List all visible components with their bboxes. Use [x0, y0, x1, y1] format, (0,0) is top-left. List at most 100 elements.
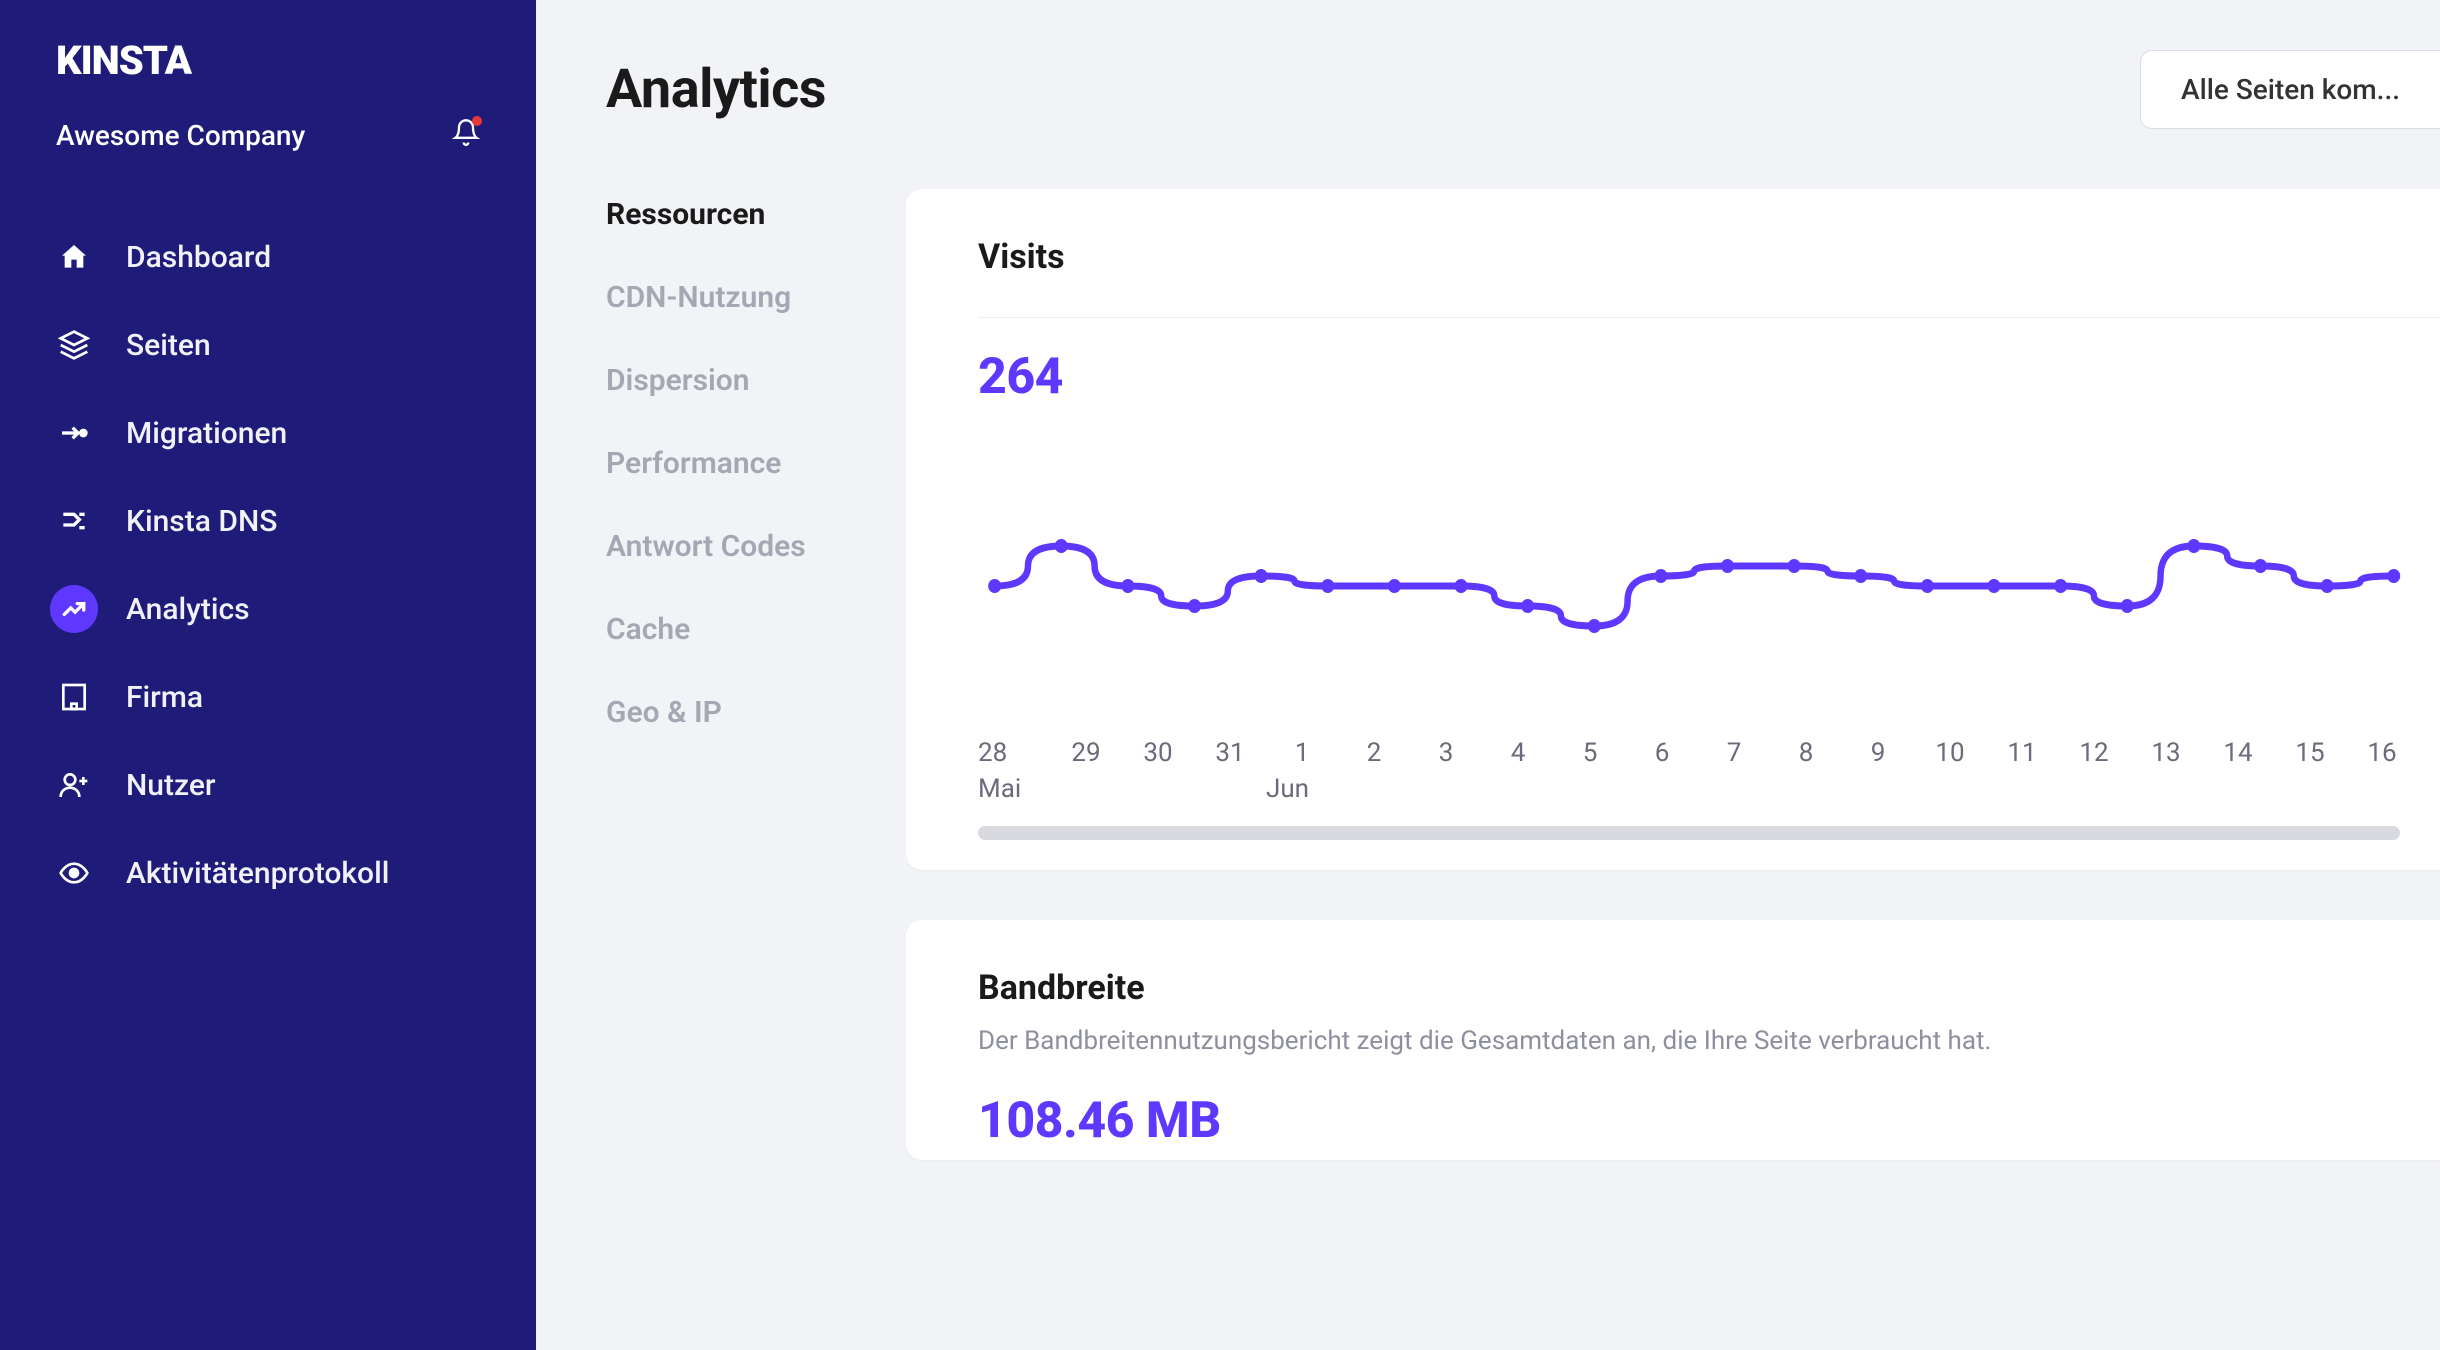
chart-point[interactable] — [2187, 539, 2200, 553]
subnav-item-cache[interactable]: Cache — [606, 588, 906, 671]
notification-dot-icon — [472, 116, 482, 126]
chart-scrollbar[interactable] — [978, 826, 2400, 840]
nav-label: Dashboard — [126, 240, 271, 275]
chart-point[interactable] — [1721, 559, 1734, 573]
xaxis-month-label — [1338, 774, 1410, 804]
org-name[interactable]: Awesome Company — [56, 119, 305, 152]
xaxis-tick: 8 — [1770, 738, 1842, 768]
xaxis-month-label — [1914, 774, 1986, 804]
xaxis-month-label — [1626, 774, 1698, 804]
xaxis-month-label — [1410, 774, 1482, 804]
subnav-item-ressourcen[interactable]: Ressourcen — [606, 197, 906, 256]
xaxis-tick: 1 — [1266, 738, 1338, 768]
xaxis-tick: 9 — [1842, 738, 1914, 768]
xaxis-tick: 7 — [1698, 738, 1770, 768]
xaxis-month-label — [1194, 774, 1266, 804]
nav-label: Aktivitätenprotokoll — [126, 856, 389, 891]
main-content: Analytics Alle Seiten kom... RessourcenC… — [536, 0, 2440, 1350]
xaxis-tick: 10 — [1914, 738, 1986, 768]
xaxis-tick: 3 — [1410, 738, 1482, 768]
xaxis-month-label — [1554, 774, 1626, 804]
layers-icon — [56, 327, 92, 363]
migrate-icon — [56, 415, 92, 451]
nav-label: Migrationen — [126, 416, 287, 451]
nav-label: Analytics — [126, 592, 250, 627]
subnav-item-antwort-codes[interactable]: Antwort Codes — [606, 505, 906, 588]
nav-label: Nutzer — [126, 768, 216, 803]
chart-point[interactable] — [1921, 579, 1934, 593]
nav-item-seiten[interactable]: Seiten — [0, 301, 536, 389]
nav-item-analytics[interactable]: Analytics — [0, 565, 536, 653]
chart-point[interactable] — [1188, 599, 1201, 613]
visits-value: 264 — [978, 348, 2440, 406]
xaxis-month-label — [2346, 774, 2418, 804]
visits-chart: 28293031123456789101112131415161718 MaiJ… — [978, 436, 2440, 804]
xaxis-tick: 17 — [2418, 738, 2440, 768]
nav-item-kinsta-dns[interactable]: Kinsta DNS — [0, 477, 536, 565]
xaxis-tick: 16 — [2346, 738, 2418, 768]
xaxis-tick: 12 — [2058, 738, 2130, 768]
chart-point[interactable] — [1654, 569, 1667, 583]
chart-point[interactable] — [1321, 579, 1334, 593]
bandwidth-value: 108.46 MB — [978, 1092, 2440, 1150]
chart-point[interactable] — [1455, 579, 1468, 593]
xaxis-month-label — [2058, 774, 2130, 804]
chart-point[interactable] — [2121, 599, 2134, 613]
xaxis-month-label — [1482, 774, 1554, 804]
chart-point[interactable] — [1121, 579, 1134, 593]
chart-point[interactable] — [2254, 559, 2267, 573]
chart-point[interactable] — [2387, 569, 2400, 583]
subnav-item-cdn-nutzung[interactable]: CDN-Nutzung — [606, 256, 906, 339]
nav-item-firma[interactable]: Firma — [0, 653, 536, 741]
xaxis-month-label: Mai — [978, 774, 1050, 804]
chart-point[interactable] — [1388, 579, 1401, 593]
xaxis-tick: 14 — [2202, 738, 2274, 768]
nav-label: Firma — [126, 680, 203, 715]
chart-point[interactable] — [2054, 579, 2067, 593]
nav-item-migrationen[interactable]: Migrationen — [0, 389, 536, 477]
dns-icon — [56, 503, 92, 539]
subnav-item-dispersion[interactable]: Dispersion — [606, 339, 906, 422]
building-icon — [56, 679, 92, 715]
xaxis-tick: 31 — [1194, 738, 1266, 768]
sidebar: KINSTA Awesome Company Dashboard Seiten Mi… — [0, 0, 536, 1350]
chart-point[interactable] — [1788, 559, 1801, 573]
xaxis-tick: 13 — [2130, 738, 2202, 768]
trend-icon — [50, 585, 98, 633]
svg-text:KINSTA: KINSTA — [56, 40, 193, 84]
site-selector-dropdown[interactable]: Alle Seiten kom... — [2140, 50, 2440, 129]
chart-point[interactable] — [2321, 579, 2334, 593]
analytics-subnav: RessourcenCDN-NutzungDispersionPerforman… — [606, 189, 906, 1350]
chart-point[interactable] — [1055, 539, 1068, 553]
xaxis-tick: 28 — [978, 738, 1050, 768]
page-title: Analytics — [606, 58, 826, 121]
subnav-item-geo-ip[interactable]: Geo & IP — [606, 671, 906, 754]
xaxis-tick: 2 — [1338, 738, 1410, 768]
chart-point[interactable] — [1988, 579, 2001, 593]
nav-item-aktivitätenprotokoll[interactable]: Aktivitätenprotokoll — [0, 829, 536, 917]
user-add-icon — [56, 767, 92, 803]
bandwidth-card: Bandbreite Der Bandbreitennutzungsberich… — [906, 920, 2440, 1160]
nav-item-dashboard[interactable]: Dashboard — [0, 213, 536, 301]
xaxis-month-label — [2130, 774, 2202, 804]
xaxis-month-label — [1122, 774, 1194, 804]
chart-point[interactable] — [1588, 619, 1601, 633]
nav-item-nutzer[interactable]: Nutzer — [0, 741, 536, 829]
nav-label: Seiten — [126, 328, 211, 363]
home-icon — [56, 239, 92, 275]
xaxis-tick: 30 — [1122, 738, 1194, 768]
main-nav: Dashboard Seiten Migrationen Kinsta DNS Anal… — [0, 213, 536, 917]
notifications-button[interactable] — [452, 118, 480, 153]
xaxis-tick: 11 — [1986, 738, 2058, 768]
xaxis-tick: 15 — [2274, 738, 2346, 768]
subnav-item-performance[interactable]: Performance — [606, 422, 906, 505]
chart-point[interactable] — [1255, 569, 1268, 583]
chart-point[interactable] — [988, 579, 1001, 593]
chart-point[interactable] — [1854, 569, 1867, 583]
bandwidth-desc: Der Bandbreitennutzungsbericht zeigt die… — [978, 1026, 2440, 1056]
xaxis-month-label — [1986, 774, 2058, 804]
xaxis-tick: 29 — [1050, 738, 1122, 768]
chart-point[interactable] — [1521, 599, 1534, 613]
nav-label: Kinsta DNS — [126, 504, 277, 539]
xaxis-tick: 5 — [1554, 738, 1626, 768]
